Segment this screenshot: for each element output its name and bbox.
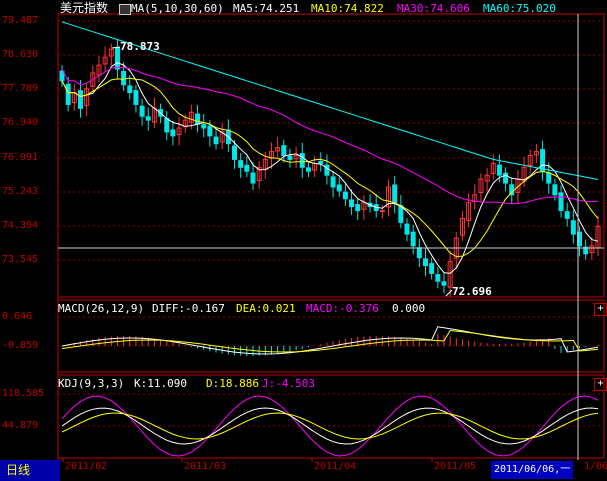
candle-body [416,247,422,259]
date-label: 2011/02 [65,461,108,472]
candle-body [355,204,361,212]
candle-body [330,176,336,188]
candle-body [77,90,83,109]
ma5-line [61,62,599,274]
candle-body [232,145,238,160]
chart-window[interactable]: 美元指数 MA(5,10,30,60) MA5:74.251 MA10:74.8… [0,0,607,481]
candle-body [145,116,151,121]
macd-diff: DIFF:-0.167 [152,302,225,315]
kdj-params: KDJ(9,3,3) [58,377,125,390]
candle-body [299,153,305,168]
date-label: 2011/04 [314,461,357,472]
candle-body [336,184,342,192]
y-tick: 77.789 [2,83,39,94]
ma30-value: MA30:74.606 [397,2,470,15]
candle-body [503,172,509,184]
date-label-tail: 1/06 [584,461,607,472]
candle-body [342,191,348,200]
y-tick: 78.630 [2,49,39,60]
macd-expand-button[interactable]: + [594,303,607,316]
candle-body [139,105,145,117]
period-tab-daily[interactable]: 日线 [0,460,60,481]
index-title: 美元指数 [60,1,109,15]
macd-params: MACD(26,12,9) [58,302,145,315]
candle-body [429,263,435,274]
candle-body [65,83,71,105]
candle-body [170,129,176,137]
candle-body [133,90,139,105]
candle-body [349,199,355,208]
candle-body [213,136,219,145]
candle-body [195,113,201,125]
macd-value: MACD:-0.376 [306,302,379,315]
y-tick: 73.545 [2,254,39,265]
candle-body [127,85,133,94]
y-tick: 74.394 [2,220,39,231]
macd-y-tick: -0.059 [2,340,39,351]
ma-params: MA(5,10,30,60) [131,2,224,15]
candle-body [318,160,324,164]
candle-body [441,281,447,286]
candle-body [207,125,213,137]
y-tick: 76.940 [2,117,39,128]
candle-body [540,149,546,172]
cursor-date-readout: 2011/06/06,一 [491,461,574,479]
main-panel-frame [57,13,605,298]
candle-body [546,172,552,184]
kdj-y-tick: 44.879 [2,420,39,431]
ma5-value: MA5:74.251 [233,2,300,15]
candle-body [435,274,441,282]
candle-body [564,211,570,219]
macd-extra: 0.000 [392,302,426,315]
candle-body [410,231,416,247]
macd-y-tick: 0.646 [2,311,33,322]
candle-body [379,210,385,213]
candle-body [552,184,558,196]
ma60-value: MA60:75.020 [483,2,556,15]
kdj-expand-button[interactable]: + [594,378,607,391]
high-marker-label: 78.873 [120,40,160,53]
date-label: 2011/03 [184,461,227,472]
candle-body [201,124,207,129]
y-tick: 75.243 [2,186,39,197]
low-marker-label: 72.696 [452,285,492,298]
candle-body [164,118,170,133]
candle-body [250,172,256,184]
kdj-y-tick: 110.585 [2,388,45,399]
candle-body [121,70,127,86]
candle-body [281,145,287,157]
candle-body [404,223,410,235]
candle-body [392,184,398,204]
candle-body [244,164,250,172]
macd-dea: DEA:0.021 [236,302,296,315]
candle-body [305,167,311,172]
candle-body [570,220,576,235]
y-tick: 79.487 [2,15,39,26]
candle-body [558,192,564,212]
candle-body [287,155,293,160]
kdj-j: J:-4.503 [262,377,315,390]
date-label: 2011/05 [434,461,477,472]
kdj-d: D:18.886 [206,377,259,390]
ma10-value: MA10:74.822 [311,2,384,15]
kdj-k: K:11.090 [134,377,187,390]
candle-body [496,164,502,176]
candle-body [114,46,120,70]
ma-settings-icon[interactable] [119,4,131,15]
candle-body [422,258,428,267]
y-tick: 76.091 [2,152,39,163]
chart-canvas[interactable] [0,0,607,481]
candle-body [238,160,244,168]
